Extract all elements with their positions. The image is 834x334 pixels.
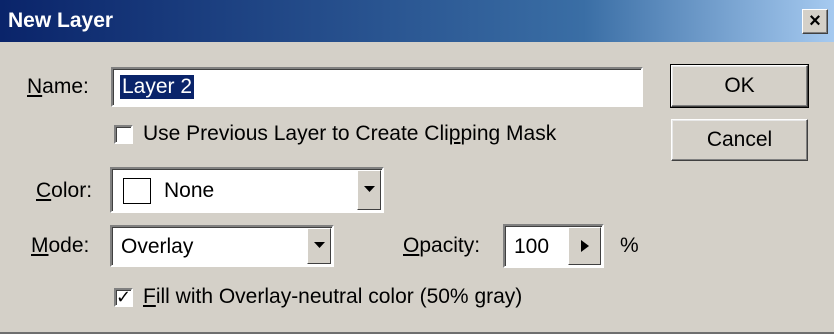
name-input-value: Layer 2 — [120, 75, 195, 99]
opacity-label-rest: pacity: — [419, 234, 481, 257]
close-button[interactable]: × — [802, 9, 828, 34]
color-label-mnemonic: C — [36, 179, 52, 202]
name-label-mnemonic: N — [27, 75, 43, 98]
ok-button[interactable]: OK — [670, 64, 809, 108]
fill-neutral-label[interactable]: Fill with Overlay-neutral color (50% gra… — [143, 285, 522, 309]
opacity-slider-button[interactable] — [568, 227, 601, 265]
cancel-button[interactable]: Cancel — [671, 119, 808, 161]
color-swatch — [123, 178, 151, 204]
fill-neutral-label-mnemonic: F — [143, 285, 156, 308]
mode-label-mnemonic: M — [31, 234, 49, 257]
color-select-value: None — [164, 179, 215, 202]
opacity-label: Opacity: — [403, 234, 480, 258]
fill-neutral-checkbox[interactable]: ✓ — [114, 288, 133, 307]
play-right-icon — [581, 240, 589, 252]
clipping-mask-label-after: ping Mask — [460, 122, 557, 145]
opacity-unit: % — [620, 234, 639, 257]
clipping-mask-checkbox[interactable] — [114, 125, 133, 144]
opacity-input-value: 100 — [514, 235, 550, 258]
close-icon: × — [809, 10, 821, 32]
mode-select-dropdown-button[interactable] — [307, 228, 331, 264]
mode-select-value: Overlay — [121, 235, 194, 258]
dialog-title: New Layer — [8, 9, 114, 32]
name-input[interactable]: Layer 2 — [111, 67, 643, 107]
color-select-dropdown-button[interactable] — [357, 170, 381, 210]
opacity-label-mnemonic: O — [403, 234, 420, 257]
fill-neutral-label-rest: ill with Overlay-neutral color (50% gray… — [155, 285, 523, 308]
opacity-input[interactable]: 100 — [503, 224, 604, 268]
checkmark-icon: ✓ — [116, 287, 132, 307]
mode-label-rest: ode: — [48, 234, 90, 257]
clipping-mask-label-mnemonic: p — [448, 122, 461, 145]
chevron-down-icon — [364, 186, 375, 192]
mode-select[interactable]: Overlay — [110, 225, 334, 267]
color-label: Color: — [36, 179, 92, 203]
name-label: Name: — [27, 75, 89, 99]
color-select[interactable]: None — [110, 167, 384, 213]
color-label-rest: olor: — [51, 179, 93, 202]
clipping-mask-label[interactable]: Use Previous Layer to Create Clipping Ma… — [143, 122, 556, 146]
name-label-rest: ame: — [42, 75, 89, 98]
title-bar[interactable]: New Layer × — [0, 0, 834, 42]
mode-label: Mode: — [31, 234, 89, 258]
new-layer-dialog: New Layer × Name: Layer 2 OK Cancel Use … — [0, 0, 834, 334]
clipping-mask-label-before: Use Previous Layer to Create Cli — [143, 122, 449, 145]
chevron-down-icon — [314, 242, 325, 248]
